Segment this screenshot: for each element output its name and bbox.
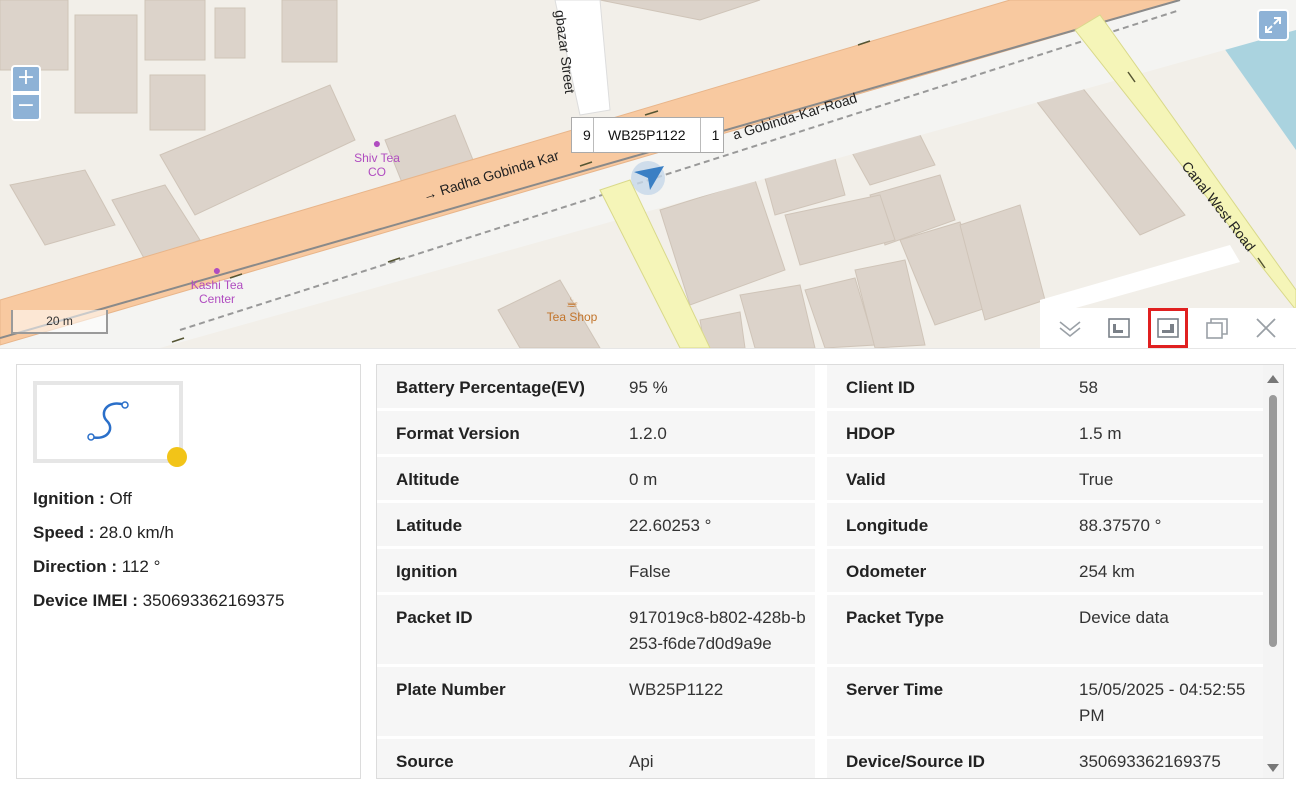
detail-value: 88.37570 ° [1079, 516, 1162, 535]
details-scrollbar[interactable] [1263, 365, 1283, 778]
maximize-icon [1205, 318, 1228, 339]
close-panel-button[interactable] [1249, 311, 1283, 345]
details-row: Ignition False Odometer 254 km [377, 549, 1265, 595]
dock-right-button[interactable] [1147, 308, 1188, 348]
detail-value: 58 [1079, 378, 1098, 397]
panel-right-icon [1157, 318, 1179, 338]
expand-icon [1265, 17, 1281, 33]
apple-icon: ● [372, 135, 382, 151]
detail-value: 22.60253 ° [629, 516, 712, 535]
route-icon [87, 401, 129, 441]
panel-left-icon [1108, 318, 1130, 338]
vehicle-details-panel: Ignition : Off Speed : 28.0 km/h Directi… [0, 348, 1296, 793]
detail-value: 15/05/2025 - 04:52:55 PM [1079, 680, 1246, 725]
detail-value: 1.2.0 [629, 424, 667, 443]
vehicle-summary-card: Ignition : Off Speed : 28.0 km/h Directi… [16, 364, 361, 779]
summary-device-imei: Device IMEI : 350693362169375 [33, 591, 285, 610]
detail-key: HDOP [846, 424, 896, 443]
detail-key: Device/Source ID [846, 752, 985, 771]
detail-key: Longitude [846, 516, 929, 535]
details-row: Plate Number WB25P1122 Server Time 15/05/2… [377, 667, 1265, 739]
detail-key: Client ID [846, 378, 915, 397]
map-scale-bar: 20 m [11, 310, 108, 334]
detail-value: 1.5 m [1079, 424, 1122, 443]
detail-key: Valid [846, 470, 886, 489]
details-row: Altitude 0 m Valid True [377, 457, 1265, 503]
scroll-thumb[interactable] [1269, 395, 1277, 647]
detail-value: 917019c8-b802-428b-b253-f6de7d0d9a9e [629, 608, 806, 653]
close-icon [1255, 318, 1276, 338]
details-grid: Battery Percentage(EV) 95 % Client ID 58 F… [377, 365, 1265, 778]
cup-icon: ☕ [565, 294, 579, 310]
vehicle-plate: WB25P1122 [594, 118, 701, 152]
detail-value: True [1079, 470, 1114, 489]
detail-key: Ignition [396, 562, 458, 581]
track-thumbnail[interactable] [33, 381, 183, 463]
detail-value: 95 % [629, 378, 668, 397]
summary-speed: Speed : 28.0 km/h [33, 523, 174, 542]
poi-shiv-tea[interactable]: ● Shiv Tea CO [350, 135, 404, 179]
detail-key: Altitude [396, 470, 460, 489]
detail-value: 350693362169375 [1079, 752, 1221, 771]
details-row: Packet ID 917019c8-b802-428b-b253-f6de7d0… [377, 595, 1265, 667]
zoom-out-button[interactable]: − [11, 93, 41, 121]
vehicle-label[interactable]: 9 WB25P1122 1 [571, 117, 724, 153]
summary-direction: Direction : 112 ° [33, 557, 161, 576]
details-row: Latitude 22.60253 ° Longitude 88.37570 ° [377, 503, 1265, 549]
detail-value: False [629, 562, 671, 581]
detail-key: Packet ID [396, 608, 473, 627]
map-view[interactable]: → Radha Gobinda Kar a Gobinda-Kar-Road g… [0, 0, 1296, 348]
details-row: Source Api Device/Source ID 35069336216937… [377, 739, 1265, 778]
detail-key: Latitude [396, 516, 463, 535]
detail-value: 254 km [1079, 562, 1135, 581]
scroll-up-icon[interactable] [1267, 375, 1279, 383]
detail-key: Battery Percentage(EV) [396, 378, 585, 397]
details-table[interactable]: Battery Percentage(EV) 95 % Client ID 58 F… [376, 364, 1284, 779]
apple-icon: ● [212, 262, 222, 278]
dock-left-button[interactable] [1102, 311, 1136, 345]
poi-tea-shop[interactable]: ☕ Tea Shop [540, 294, 604, 324]
maximize-panel-button[interactable] [1200, 311, 1234, 345]
collapse-panel-button[interactable] [1053, 311, 1087, 345]
detail-key: Server Time [846, 680, 944, 699]
detail-value: 0 m [629, 470, 658, 489]
details-row: Format Version 1.2.0 HDOP 1.5 m [377, 411, 1265, 457]
vehicle-label-left: 9 [572, 118, 594, 152]
detail-key: Source [396, 752, 454, 771]
chevron-down-icon [1059, 321, 1081, 338]
poi-kashi-tea[interactable]: ● Kashi Tea Center [186, 262, 248, 306]
zoom-in-button[interactable]: + [11, 65, 41, 93]
detail-value: Api [629, 752, 654, 771]
scroll-down-icon[interactable] [1267, 764, 1279, 772]
detail-key: Plate Number [396, 680, 506, 699]
detail-key: Packet Type [846, 608, 944, 627]
detail-value: Device data [1079, 608, 1169, 627]
detail-key: Odometer [846, 562, 927, 581]
summary-ignition: Ignition : Off [33, 489, 132, 508]
detail-key: Format Version [396, 424, 520, 443]
status-indicator [167, 447, 187, 467]
fullscreen-button[interactable] [1257, 9, 1289, 41]
vehicle-label-right: 1 [711, 127, 720, 143]
details-row: Battery Percentage(EV) 95 % Client ID 58 [377, 365, 1265, 411]
panel-toolbar [1040, 308, 1296, 348]
detail-value: WB25P1122 [629, 680, 724, 699]
